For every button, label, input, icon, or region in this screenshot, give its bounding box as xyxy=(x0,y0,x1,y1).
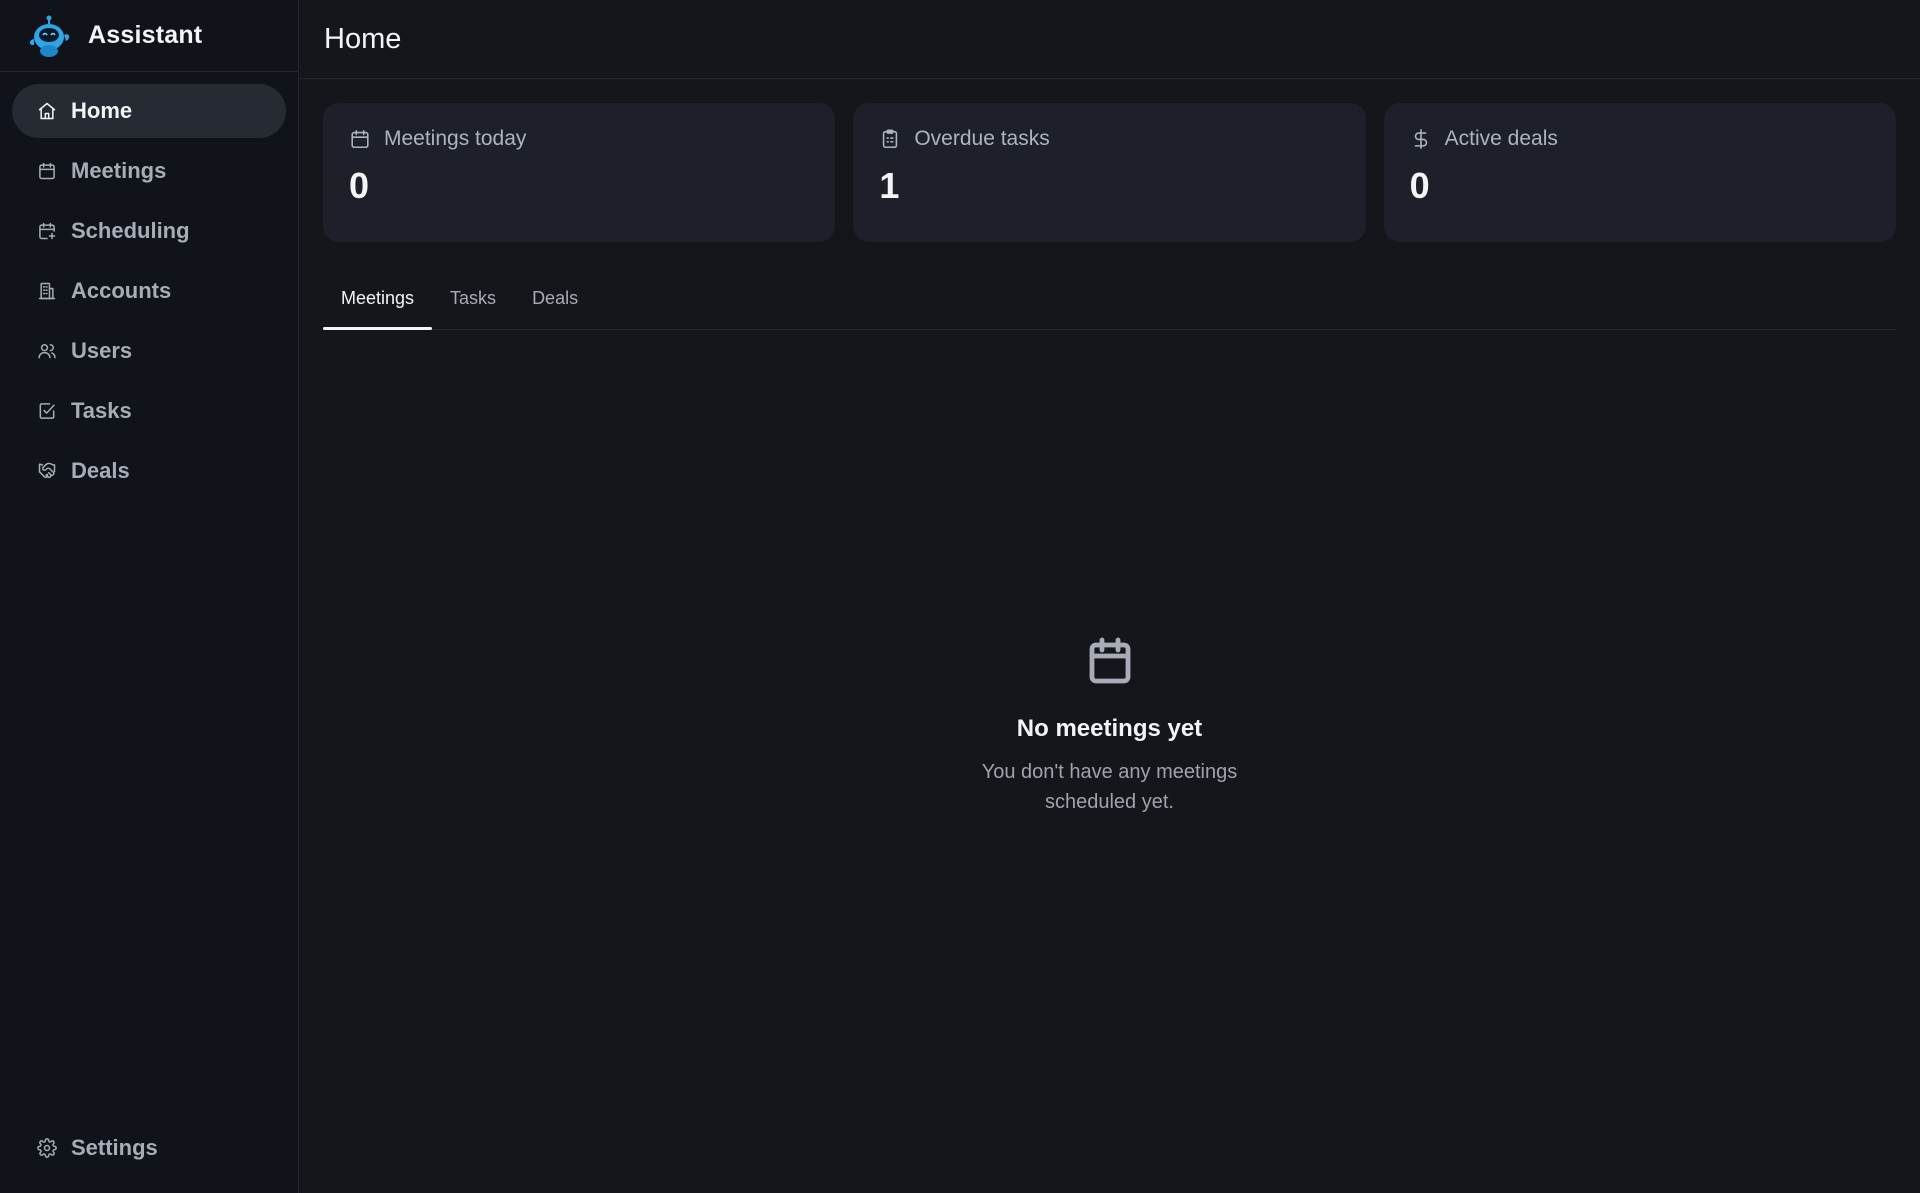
sidebar-item-tasks[interactable]: Tasks xyxy=(12,384,286,438)
clipboard-icon xyxy=(883,129,898,149)
calendar-icon xyxy=(36,160,58,182)
stats-row: Meetings today 0 Overdue tasks 1 Active … xyxy=(299,79,1920,242)
sidebar-item-accounts[interactable]: Accounts xyxy=(12,264,286,318)
empty-state: No meetings yet You don't have any meeti… xyxy=(299,330,1920,1193)
sidebar-item-label: Accounts xyxy=(71,278,172,303)
stat-header: Active deals xyxy=(1410,127,1870,151)
sidebar-item-label: Deals xyxy=(71,458,130,483)
dollar-icon xyxy=(1414,129,1427,149)
gear-icon xyxy=(36,1137,58,1159)
app-name: Assistant xyxy=(88,21,203,49)
stat-card-overdue-tasks: Overdue tasks 1 xyxy=(853,103,1366,242)
stat-header: Overdue tasks xyxy=(879,127,1339,151)
sidebar-nav: Home Meetings Scheduling Accounts Users … xyxy=(0,72,298,510)
sidebar-footer: Settings xyxy=(12,1121,286,1175)
app-root: Assistant Home Meetings Scheduling Accou… xyxy=(0,0,1920,1193)
users-icon xyxy=(36,340,58,362)
robot-mascot-icon xyxy=(26,13,72,59)
checkbox-icon xyxy=(36,400,58,422)
sidebar-item-label: Scheduling xyxy=(71,218,190,243)
sidebar-item-label: Tasks xyxy=(71,398,132,423)
sidebar-item-scheduling[interactable]: Scheduling xyxy=(12,204,286,258)
sidebar-item-label: Home xyxy=(71,98,133,123)
brand[interactable]: Assistant xyxy=(0,0,298,72)
stat-card-meetings-today: Meetings today 0 xyxy=(323,103,836,242)
sidebar-item-users[interactable]: Users xyxy=(12,324,286,378)
sidebar-item-home[interactable]: Home xyxy=(12,84,286,138)
tab-bar: Meetings Tasks Deals xyxy=(323,268,1896,330)
home-icon xyxy=(36,100,58,122)
sidebar: Assistant Home Meetings Scheduling Accou… xyxy=(0,0,299,1193)
page-title: Home xyxy=(324,22,402,55)
handshake-icon xyxy=(36,460,58,482)
calendar-icon xyxy=(1086,636,1134,691)
tab-deals[interactable]: Deals xyxy=(514,267,596,329)
stat-card-active-deals: Active deals 0 xyxy=(1383,103,1896,242)
empty-state-description: You don't have any meetings scheduled ye… xyxy=(981,761,1238,813)
stat-value: 0 xyxy=(349,165,370,206)
calendar-plus-icon xyxy=(36,220,58,242)
calendar-icon xyxy=(351,129,369,149)
main-content: Home Meetings today 0 Overdue tasks 1 Ac… xyxy=(299,0,1920,1193)
stat-label: Overdue tasks xyxy=(914,127,1050,150)
stat-label: Active deals xyxy=(1444,127,1558,150)
tab-meetings[interactable]: Meetings xyxy=(323,267,433,330)
sidebar-item-meetings[interactable]: Meetings xyxy=(12,144,286,198)
stat-header: Meetings today xyxy=(349,127,809,151)
tab-tasks[interactable]: Tasks xyxy=(432,267,514,329)
stat-value: 1 xyxy=(879,165,900,206)
sidebar-item-label: Meetings xyxy=(71,158,167,183)
sidebar-item-label: Settings xyxy=(71,1135,158,1160)
sidebar-item-label: Users xyxy=(71,338,133,363)
sidebar-item-deals[interactable]: Deals xyxy=(12,444,286,498)
topbar: Home xyxy=(299,0,1920,79)
stat-label: Meetings today xyxy=(384,127,527,150)
empty-state-title: No meetings yet xyxy=(1016,715,1203,742)
stat-value: 0 xyxy=(1409,165,1430,206)
sidebar-item-settings[interactable]: Settings xyxy=(12,1121,286,1175)
building-icon xyxy=(36,280,58,302)
